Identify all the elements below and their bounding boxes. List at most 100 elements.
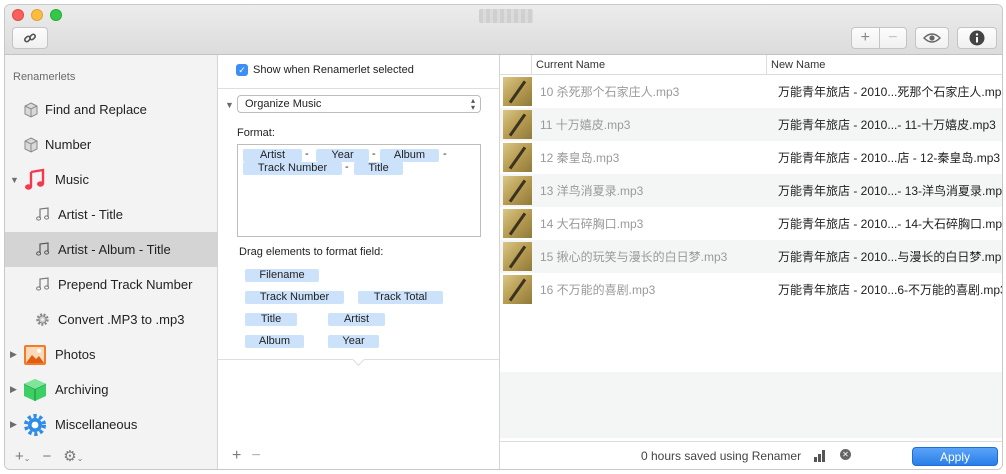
- table-row[interactable]: 13 洋鸟消夏录.mp3 万能青年旅店 - 2010...- 13-洋鸟消夏录.m…: [500, 174, 1003, 207]
- available-token-track-total[interactable]: Track Total: [358, 291, 443, 304]
- minimize-window-button[interactable]: [31, 9, 43, 21]
- info-button[interactable]: [957, 27, 997, 49]
- available-token-artist[interactable]: Artist: [328, 313, 385, 326]
- empty-row: [500, 372, 1002, 405]
- link-button[interactable]: [12, 27, 48, 49]
- add-label: +: [15, 447, 24, 465]
- table-row[interactable]: 10 杀死那个石家庄人.mp3 万能青年旅店 - 2010...死那个石家庄人.m…: [500, 75, 1003, 108]
- format-token-year[interactable]: Year: [316, 149, 369, 162]
- album-art-thumbnail: [503, 176, 532, 205]
- link-icon: [23, 33, 37, 43]
- sidebar-item-label: Convert .MP3 to .mp3: [58, 312, 185, 327]
- format-token-artist[interactable]: Artist: [243, 149, 302, 162]
- format-separator: -: [345, 161, 349, 173]
- disclosure-collapsed-icon[interactable]: ▶: [10, 349, 17, 360]
- sidebar-item-archiving[interactable]: ▶ Archiving: [5, 372, 218, 407]
- archive-box-icon: [23, 378, 47, 402]
- preview-button[interactable]: [915, 27, 949, 49]
- sidebar-header: Renamerlets: [13, 71, 76, 83]
- preset-popup[interactable]: Organize Music ▴ ▾: [237, 95, 481, 113]
- table-row[interactable]: 15 揪心的玩笑与漫长的白日梦.mp3 万能青年旅店 - 2010...与漫长的白…: [500, 240, 1002, 273]
- new-name-cell: 万能青年旅店 - 2010...- 13-洋鸟消夏录.mp3: [778, 184, 1003, 198]
- remove-step-button[interactable]: −: [251, 447, 260, 465]
- close-window-button[interactable]: [12, 9, 24, 21]
- up-down-arrows-icon: ▴ ▾: [470, 96, 475, 112]
- time-saved-text: 0 hours saved using Renamer: [641, 449, 802, 463]
- show-when-selected-label: Show when Renamerlet selected: [253, 64, 414, 76]
- remove-renamerlet-button[interactable]: −: [42, 448, 51, 465]
- cube-icon: [23, 101, 39, 118]
- current-name-cell: 13 洋鸟消夏录.mp3: [540, 184, 644, 198]
- close-circle-icon[interactable]: ✕: [840, 449, 851, 460]
- disclosure-expanded-icon[interactable]: ▼: [10, 175, 19, 185]
- eye-icon: [923, 33, 941, 43]
- photo-icon: [23, 344, 47, 366]
- sidebar-item-prepend-track-number[interactable]: Prepend Track Number: [5, 267, 218, 302]
- sidebar-item-artist-title[interactable]: Artist - Title: [5, 197, 218, 232]
- gear-icon: [35, 312, 50, 327]
- sidebar-item-find-and-replace[interactable]: Find and Replace: [5, 92, 218, 127]
- available-token-album[interactable]: Album: [245, 335, 304, 348]
- format-token-album[interactable]: Album: [380, 149, 439, 162]
- gear-menu-button[interactable]: ⚙⌄: [63, 447, 83, 465]
- album-art-thumbnail: [503, 242, 532, 271]
- column-header-thumbnail[interactable]: [500, 55, 532, 75]
- sidebar-item-miscellaneous[interactable]: ▶ Miscellaneous: [5, 407, 218, 442]
- current-name-cell: 12 秦皇岛.mp3: [540, 151, 620, 165]
- info-icon: [969, 30, 985, 46]
- show-when-selected-option[interactable]: ✓ Show when Renamerlet selected: [236, 64, 414, 76]
- sidebar-item-music[interactable]: ▼ Music: [5, 162, 218, 197]
- sidebar-item-convert-mp3[interactable]: Convert .MP3 to .mp3: [5, 302, 218, 337]
- sidebar-item-number[interactable]: Number: [5, 127, 218, 162]
- sidebar-item-artist-album-title[interactable]: Artist - Album - Title: [5, 232, 218, 267]
- add-step-button[interactable]: +: [232, 447, 241, 465]
- album-art-thumbnail: [503, 209, 532, 238]
- window-title: [479, 9, 533, 23]
- new-name-cell: 万能青年旅店 - 2010...- 14-大石碎胸口.mp3: [778, 217, 1003, 231]
- new-name-cell: 万能青年旅店 - 2010...死那个石家庄人.mp3: [778, 85, 1003, 99]
- add-renamerlet-button[interactable]: +⌄: [15, 448, 30, 465]
- table-row[interactable]: 11 十万嬉皮.mp3 万能青年旅店 - 2010...- 11-十万嬉皮.mp3: [500, 108, 1002, 141]
- column-header-new-name[interactable]: New Name: [767, 55, 1002, 75]
- disclosure-collapsed-icon[interactable]: ▶: [10, 384, 17, 395]
- table-row[interactable]: 12 秦皇岛.mp3 万能青年旅店 - 2010...店 - 12-秦皇岛.mp3: [500, 141, 1002, 174]
- files-footer: 0 hours saved using Renamer ✕ Apply: [500, 441, 1002, 469]
- current-name-cell: 15 揪心的玩笑与漫长的白日梦.mp3: [540, 250, 728, 264]
- current-name-cell: 16 不万能的喜剧.mp3: [540, 283, 656, 297]
- remove-button[interactable]: −: [878, 28, 907, 48]
- available-token-track-number[interactable]: Track Number: [245, 291, 344, 304]
- available-token-year[interactable]: Year: [328, 335, 379, 348]
- table-row[interactable]: 14 大石碎胸口.mp3 万能青年旅店 - 2010...- 14-大石碎胸口.m…: [500, 207, 1003, 240]
- disclosure-collapsed-icon[interactable]: ▶: [10, 419, 17, 430]
- available-token-title[interactable]: Title: [245, 313, 297, 326]
- new-name-cell: 万能青年旅店 - 2010...店 - 12-秦皇岛.mp3: [778, 151, 1001, 165]
- sidebar-item-photos[interactable]: ▶ Photos: [5, 337, 218, 372]
- sidebar-item-label: Artist - Title: [58, 207, 124, 222]
- album-art-thumbnail: [503, 77, 532, 106]
- bar-chart-icon[interactable]: [814, 450, 827, 462]
- zoom-window-button[interactable]: [50, 9, 62, 21]
- chevron-down-icon: ⌄: [23, 453, 31, 463]
- disclosure-expanded-icon[interactable]: ▼: [225, 100, 234, 110]
- empty-row: [500, 405, 1002, 438]
- note-icon: [36, 277, 50, 292]
- format-token-track-number[interactable]: Track Number: [243, 162, 342, 175]
- show-when-selected-checkbox[interactable]: ✓: [236, 64, 248, 76]
- format-token-title[interactable]: Title: [354, 162, 403, 175]
- sidebar: Renamerlets Find and Replace Number ▼ Mu…: [5, 55, 218, 469]
- divider: [218, 88, 499, 89]
- note-icon: [36, 207, 50, 222]
- album-art-thumbnail: [503, 143, 532, 172]
- add-button[interactable]: +: [852, 28, 879, 48]
- current-name-cell: 11 十万嬉皮.mp3: [540, 118, 631, 132]
- sidebar-item-label: Prepend Track Number: [58, 277, 193, 292]
- table-row[interactable]: 16 不万能的喜剧.mp3 万能青年旅店 - 2010...6-不万能的喜剧.mp…: [500, 273, 1002, 306]
- format-field[interactable]: Artist - Year - Album - Track Number - T…: [237, 144, 481, 237]
- sidebar-item-label: Archiving: [55, 382, 109, 397]
- preset-popup-value: Organize Music: [245, 98, 322, 110]
- toolbar: + −: [5, 5, 1002, 55]
- popover-notch: [352, 353, 365, 366]
- apply-button[interactable]: Apply: [912, 447, 998, 466]
- available-token-filename[interactable]: Filename: [245, 269, 319, 282]
- column-header-current-name[interactable]: Current Name: [532, 55, 767, 75]
